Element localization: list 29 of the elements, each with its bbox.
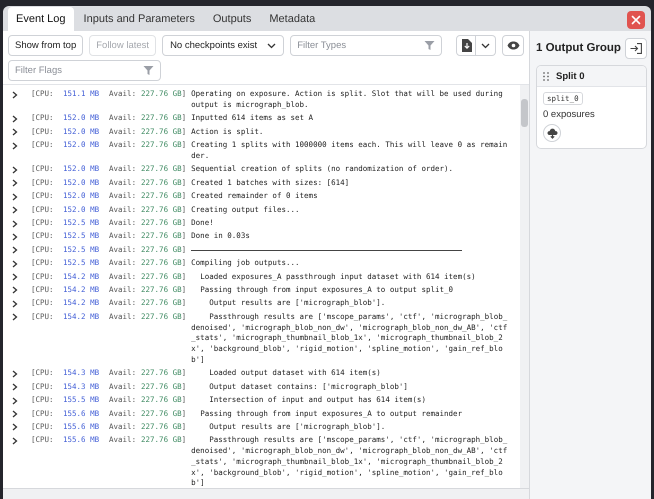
scrollbar-thumb[interactable] [521,99,528,127]
close-button[interactable] [627,10,645,28]
filter-icon [424,40,436,51]
exposure-count: 0 exposures [543,109,595,120]
caret-icon [481,42,490,48]
cloud-download-icon [546,128,558,138]
tab[interactable]: Outputs [204,7,260,31]
file-download-icon [460,39,472,52]
caret-icon [267,42,276,48]
tab[interactable]: Inputs and Parameters [76,7,203,31]
collapse-panel-button[interactable] [625,38,647,58]
expand-chevron-icon[interactable] [12,90,18,99]
filter-types-field[interactable]: Filter Types [290,35,442,56]
checkpoint-select[interactable]: No checkpoints exist [162,35,284,56]
arrow-into-box-icon [630,42,642,54]
eye-icon [506,41,520,50]
cloud-download-button[interactable] [543,124,561,142]
filter-icon [143,65,154,76]
close-icon [631,14,641,24]
eye-button[interactable] [502,35,524,56]
download-button[interactable] [456,35,476,56]
tab[interactable]: Metadata [261,7,324,31]
group-name: Split 0 [556,70,585,82]
panel-title: 1 Output Group [536,42,621,54]
show-from-top-button[interactable]: Show from top [8,35,84,56]
caret-button[interactable] [476,35,496,56]
drag-handle-icon[interactable] [543,72,549,80]
tab[interactable]: Event Log [8,7,74,31]
filter-flags-field[interactable]: Filter Flags [8,60,161,81]
